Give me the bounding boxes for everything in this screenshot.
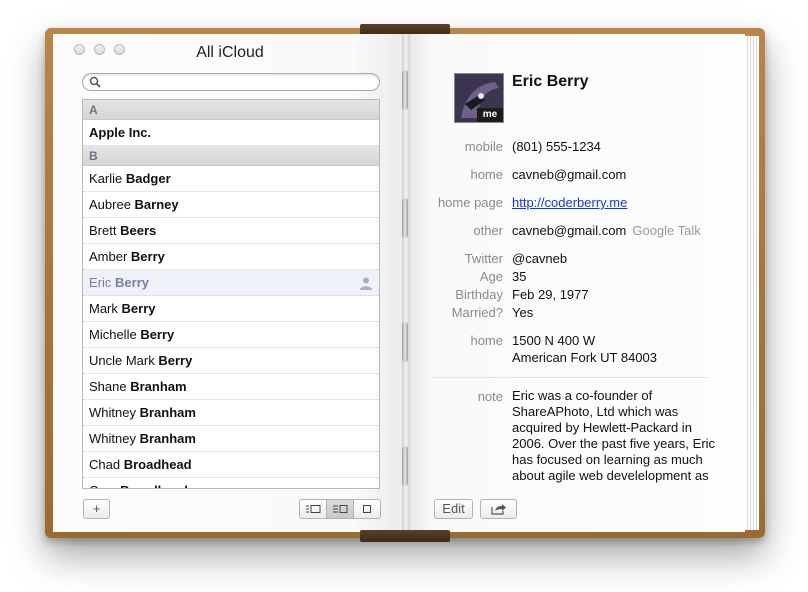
me-badge: me (477, 108, 503, 122)
card-and-list-icon (306, 505, 321, 513)
contact-first-name: Amber (89, 249, 128, 264)
contact-last-name: Badger (125, 171, 171, 186)
minimize-window-button[interactable] (94, 44, 105, 55)
contact-last-name: Branham (139, 431, 196, 446)
birthday-value: Feb 29, 1977 (512, 287, 589, 302)
homepage-label: home page (437, 195, 503, 210)
home-email-value[interactable]: cavneb@gmail.com (512, 167, 626, 182)
contact-last-name: Apple Inc. (89, 125, 152, 140)
card-divider (433, 377, 707, 378)
mobile-label: mobile (464, 139, 503, 154)
add-contact-button[interactable]: + (83, 499, 110, 519)
edit-button[interactable]: Edit (434, 499, 473, 519)
contact-list-item[interactable]: Michelle Berry (83, 322, 379, 348)
zoom-window-button[interactable] (114, 44, 125, 55)
age-label: Age (479, 269, 503, 284)
contact-first-name: Whitney (89, 405, 136, 420)
contact-list-item[interactable]: Karlie Badger (83, 166, 379, 192)
contact-last-name: Broadhead (120, 483, 188, 488)
im-service-label: Google Talk (632, 223, 701, 238)
contact-last-name: Berry (115, 275, 149, 290)
other-label: other (473, 223, 503, 238)
other-im-row[interactable]: cavneb@gmail.com Google Talk (512, 223, 701, 238)
contact-list-item[interactable]: Aubree Barney (83, 192, 379, 218)
page-edges (745, 36, 759, 530)
contact-first-name: Whitney (89, 431, 136, 446)
search-icon (89, 76, 101, 88)
contact-first-name: Brett (89, 223, 117, 238)
window-title: All iCloud (196, 44, 264, 61)
spine-ring (402, 446, 408, 486)
contact-first-name: Mark (89, 301, 118, 316)
age-value: 35 (512, 269, 527, 284)
contact-first-name: Cory (89, 483, 116, 488)
contact-first-name: Chad (89, 457, 121, 472)
address-line-1[interactable]: 1500 N 400 W (512, 333, 595, 348)
spine-ring (402, 70, 408, 110)
contact-first-name: Karlie (89, 171, 123, 186)
address-line-2[interactable]: American Fork UT 84003 (512, 350, 657, 365)
home-email-label: home (470, 167, 503, 182)
contact-list-item[interactable]: Whitney Branham (83, 400, 379, 426)
contact-last-name: Barney (134, 197, 179, 212)
contact-first-name: Eric (89, 275, 112, 290)
contact-first-name: Aubree (89, 197, 131, 212)
contact-last-name: Beers (120, 223, 157, 238)
avatar: me (454, 73, 504, 123)
contact-list[interactable]: A Apple Inc. B Karlie Badger Aubree Barney Br… (82, 99, 380, 489)
contact-list-item[interactable]: Chad Broadhead (83, 452, 379, 478)
list-view-icon (333, 505, 348, 513)
section-header: B (83, 146, 379, 166)
section-header: A (83, 100, 379, 120)
married-label: Married? (451, 305, 503, 320)
contact-first-name: Michelle (89, 327, 137, 342)
book-strap-bottom (360, 530, 450, 542)
view-mode-selector[interactable] (299, 499, 381, 519)
note-text[interactable]: Eric was a co-founder of ShareAPhoto, Lt… (512, 388, 724, 484)
mobile-value[interactable]: (801) 555-1234 (512, 139, 601, 154)
view-card-and-list-button[interactable] (300, 500, 327, 518)
contact-last-name: Berry (140, 327, 175, 342)
other-im-value: cavneb@gmail.com (512, 223, 627, 238)
contact-list-item[interactable]: Mark Berry (83, 296, 379, 322)
card-only-icon (363, 505, 371, 513)
share-icon (490, 504, 506, 515)
search-field[interactable] (82, 73, 380, 91)
birthday-label: Birthday (455, 287, 503, 302)
contact-list-item[interactable]: Whitney Branham (83, 426, 379, 452)
contact-last-name: Berry (121, 301, 156, 316)
note-label: note (477, 389, 503, 404)
contact-last-name: Berry (130, 249, 165, 264)
contact-list-item[interactable]: Cory Broadhead (83, 478, 379, 488)
contact-last-name: Branham (139, 405, 196, 420)
twitter-label: Twitter (464, 251, 503, 266)
close-window-button[interactable] (74, 44, 85, 55)
contact-last-name: Berry (158, 353, 193, 368)
contact-list-item[interactable]: Eric Berry (83, 270, 379, 296)
contact-first-name: Shane (89, 379, 127, 394)
spine-ring (402, 322, 408, 362)
contact-name: Eric Berry (512, 73, 589, 90)
contact-list-item[interactable]: Brett Beers (83, 218, 379, 244)
married-value: Yes (512, 305, 534, 320)
view-card-only-button[interactable] (354, 500, 380, 518)
my-card-icon (360, 277, 372, 290)
homepage-link[interactable]: http://coderberry.me (512, 195, 627, 210)
share-button[interactable] (480, 499, 517, 519)
spine-ring (402, 198, 408, 238)
contact-list-item[interactable]: Apple Inc. (83, 120, 379, 146)
contact-first-name: Uncle Mark (89, 353, 155, 368)
contact-list-item[interactable]: Amber Berry (83, 244, 379, 270)
contact-last-name: Branham (130, 379, 187, 394)
contact-list-item[interactable]: Shane Branham (83, 374, 379, 400)
contact-list-item[interactable]: Uncle Mark Berry (83, 348, 379, 374)
twitter-value[interactable]: @cavneb (512, 251, 567, 266)
address-label: home (470, 333, 503, 348)
view-list-button[interactable] (327, 500, 354, 518)
contact-last-name: Broadhead (123, 457, 192, 472)
